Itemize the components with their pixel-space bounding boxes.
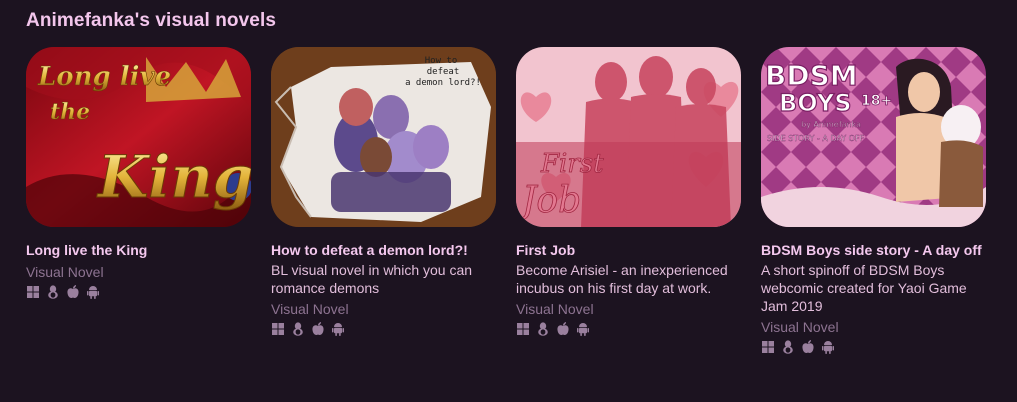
android-icon: [821, 340, 835, 354]
game-card-first-job: First Job First Job Become Arisiel - an …: [516, 47, 742, 336]
thumb-title-line-1: BDSM: [765, 59, 858, 92]
section-title: Animefanka's visual novels: [26, 10, 276, 31]
game-card-bdsm-boys-side-story: BDSM BOYS 18+ by Animefanka SIDE STORY -…: [761, 47, 987, 354]
platform-list: [516, 322, 742, 336]
platform-list: [271, 322, 497, 336]
windows-icon: [516, 322, 530, 336]
apple-icon: [311, 322, 325, 336]
apple-icon: [801, 340, 815, 354]
windows-icon: [271, 322, 285, 336]
apple-icon: [556, 322, 570, 336]
game-description: BL visual novel in which you can romance…: [271, 262, 473, 296]
linux-icon: [291, 322, 305, 336]
game-title[interactable]: BDSM Boys side story - A day off: [761, 240, 987, 260]
linux-icon: [781, 340, 795, 354]
thumb-title-line-1: First: [540, 149, 604, 179]
game-genre: Visual Novel: [761, 319, 839, 335]
game-thumbnail[interactable]: BDSM BOYS 18+ by Animefanka SIDE STORY -…: [761, 47, 986, 227]
game-grid: Long live the King Long live the King Vi…: [26, 47, 1016, 397]
android-icon: [86, 285, 100, 299]
linux-icon: [46, 285, 60, 299]
thumb-title-line-3: a demon lord?!: [405, 78, 481, 88]
windows-icon: [26, 285, 40, 299]
game-genre: Visual Novel: [516, 301, 594, 317]
game-card-how-to-defeat-a-demon-lord: How to defeat a demon lord?! How to defe…: [271, 47, 497, 336]
game-card-long-live-the-king: Long live the King Long live the King Vi…: [26, 47, 252, 299]
thumb-title-line-2: BOYS: [779, 89, 852, 117]
game-thumbnail[interactable]: First Job: [516, 47, 741, 227]
thumb-author: by Animefanka: [801, 120, 861, 129]
thumb-title-line-1: Long live: [37, 62, 171, 92]
linux-icon: [536, 322, 550, 336]
game-title[interactable]: First Job: [516, 240, 742, 260]
thumb-title-line-3: King: [96, 143, 251, 211]
game-thumbnail[interactable]: How to defeat a demon lord?!: [271, 47, 496, 227]
windows-icon: [761, 340, 775, 354]
game-thumbnail[interactable]: Long live the King: [26, 47, 251, 227]
thumb-title-line-2: the: [50, 99, 90, 125]
android-icon: [331, 322, 345, 336]
game-title[interactable]: Long live the King: [26, 240, 252, 260]
thumb-title-line-2: Job: [516, 180, 581, 221]
thumb-badge-18: 18+: [861, 93, 892, 109]
android-icon: [576, 322, 590, 336]
game-genre: Visual Novel: [271, 301, 349, 317]
page: Animefanka's visual novels Long live the…: [0, 0, 1017, 402]
game-description: Become Arisiel - an inexperienced incubu…: [516, 262, 728, 296]
game-title[interactable]: How to defeat a demon lord?!: [271, 240, 497, 260]
apple-icon: [66, 285, 80, 299]
thumb-title-line-1: How to: [425, 56, 458, 66]
platform-list: [26, 285, 252, 299]
game-genre: Visual Novel: [26, 264, 104, 280]
game-description: A short spinoff of BDSM Boys webcomic cr…: [761, 262, 967, 314]
platform-list: [761, 340, 987, 354]
thumb-subtitle: SIDE STORY - A DAY OFF: [767, 134, 865, 143]
thumb-title-line-2: defeat: [427, 67, 460, 77]
